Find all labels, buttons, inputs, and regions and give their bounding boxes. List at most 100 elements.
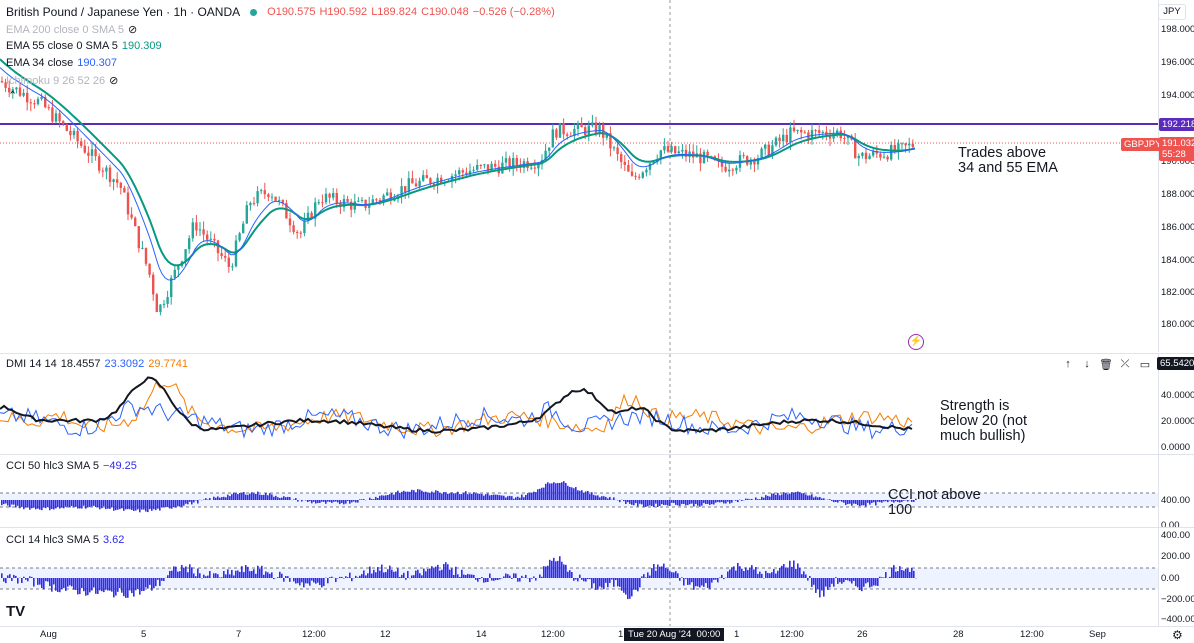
- cci-bar: [103, 578, 105, 593]
- cci-bar: [225, 497, 227, 500]
- cci-bar: [629, 578, 631, 599]
- price-chart[interactable]: [0, 0, 1158, 352]
- cci-bar: [251, 570, 253, 578]
- candle-body: [648, 163, 652, 170]
- cci-bar: [193, 573, 195, 578]
- currency-selector[interactable]: JPY: [1158, 4, 1186, 20]
- cci-bar: [413, 575, 415, 578]
- legend-cci50[interactable]: CCI 50 hlc3 SMA 5 −49.25: [6, 460, 137, 472]
- cci-bar: [753, 569, 755, 578]
- time-tick: 1: [734, 629, 740, 640]
- crosshair-date-label: Tue 20 Aug '24 00:00: [624, 628, 725, 641]
- price-axis[interactable]: [1158, 0, 1194, 352]
- chart-settings-gear-icon[interactable]: ⚙: [1172, 628, 1183, 642]
- cci-bar: [879, 576, 881, 578]
- annotation-line: 100: [888, 502, 913, 518]
- candle-body: [879, 153, 882, 158]
- cci-bar: [31, 500, 33, 509]
- cci-bar: [773, 569, 775, 578]
- cci-bar: [411, 575, 413, 578]
- legend-ema55[interactable]: EMA 55 close 0 SMA 5 190.309: [6, 40, 162, 52]
- cci-bar: [577, 578, 579, 582]
- candle-body: [62, 121, 65, 125]
- cci-bar: [193, 500, 195, 503]
- cci-bar: [695, 500, 697, 504]
- maximize-pane-icon[interactable]: ▭: [1137, 356, 1153, 372]
- cci-bar: [847, 500, 849, 505]
- cci14-pane[interactable]: [0, 528, 1158, 626]
- strength-annotation: Strength is below 20 (not much bullish): [940, 399, 1027, 444]
- cci-bar: [331, 500, 333, 503]
- cci-bar: [257, 565, 259, 578]
- cci-bar: [185, 566, 187, 578]
- cci-bar: [61, 500, 63, 508]
- alert-flash-icon[interactable]: ⚡: [908, 334, 924, 350]
- cci-bar: [429, 492, 431, 500]
- move-pane-up-icon[interactable]: ↑: [1060, 356, 1076, 372]
- cci50-axis[interactable]: [1158, 455, 1194, 527]
- cci-bar: [487, 578, 489, 582]
- cci-bar: [551, 560, 553, 578]
- cci-bar: [601, 496, 603, 500]
- time-tick: 12: [380, 629, 391, 640]
- cci-bar: [365, 575, 367, 578]
- time-tick: 26: [857, 629, 868, 640]
- cci-bar: [571, 487, 573, 500]
- cci-bar: [81, 500, 83, 509]
- candle-body: [105, 167, 108, 172]
- move-pane-down-icon[interactable]: ↓: [1079, 356, 1095, 372]
- cci-bar: [331, 576, 333, 578]
- ohlc-open: O190.575: [267, 6, 316, 18]
- cci-bar: [249, 571, 251, 578]
- cci-bar: [181, 565, 183, 578]
- cci-bar: [801, 493, 803, 500]
- legend-ema200[interactable]: EMA 200 close 0 SMA 5 ⊘: [6, 23, 137, 37]
- cci-bar: [695, 578, 697, 587]
- candle-body: [231, 266, 234, 268]
- cci-bar: [335, 500, 337, 502]
- candle-body: [767, 144, 770, 156]
- cci-bar: [737, 562, 739, 578]
- collapse-pane-icon[interactable]: ⤫: [1117, 356, 1133, 372]
- cci-bar: [913, 570, 915, 578]
- cci-bar: [581, 490, 583, 500]
- cci-bar: [739, 566, 741, 578]
- legend-ema34[interactable]: EMA 34 close 190.307: [6, 57, 117, 69]
- symbol-legend[interactable]: British Pound / Japanese Yen · 1h · OAND…: [6, 5, 555, 19]
- cci-bar: [123, 578, 125, 597]
- cci-bar: [319, 500, 321, 503]
- legend-dmi[interactable]: DMI 14 14 18.4557 23.3092 29.7741: [6, 358, 188, 370]
- legend-ichimoku[interactable]: Ichimoku 9 26 52 26 ⊘: [6, 74, 118, 88]
- delete-pane-icon[interactable]: 🗑: [1098, 356, 1114, 372]
- cci-bar: [571, 572, 573, 578]
- cci-bar: [355, 500, 357, 503]
- collapse-legend-button[interactable]: ⌃: [8, 89, 22, 103]
- tradingview-logo[interactable]: TV: [6, 603, 25, 620]
- cci50-pane[interactable]: [0, 455, 1158, 527]
- cci-bar: [705, 500, 707, 504]
- candle-body: [641, 172, 644, 178]
- cci-bar: [505, 573, 507, 578]
- eye-hidden-icon[interactable]: ⊘: [128, 23, 137, 36]
- candle-body: [137, 226, 140, 249]
- cci-bar: [821, 578, 823, 591]
- candle-body: [461, 170, 464, 173]
- cci-bar: [17, 500, 19, 506]
- legend-cci14[interactable]: CCI 14 hlc3 SMA 5 3.62: [6, 534, 124, 546]
- cci-bar: [151, 500, 153, 511]
- time-axis[interactable]: [0, 627, 1158, 643]
- cci-bar: [847, 578, 849, 581]
- cci-bar: [529, 578, 531, 583]
- cci-bar: [619, 578, 621, 587]
- candle-body: [108, 167, 112, 183]
- cci-bar: [457, 491, 459, 500]
- cci-bar: [247, 566, 249, 578]
- eye-hidden-icon[interactable]: ⊘: [109, 74, 118, 87]
- cci-bar: [587, 578, 589, 580]
- annotation-line: below 20 (not: [940, 413, 1028, 429]
- cci-bar: [609, 496, 611, 500]
- cci-bar: [447, 564, 449, 578]
- cci-bar: [645, 577, 647, 578]
- cci-bar: [205, 576, 207, 578]
- cci-bar: [9, 574, 11, 578]
